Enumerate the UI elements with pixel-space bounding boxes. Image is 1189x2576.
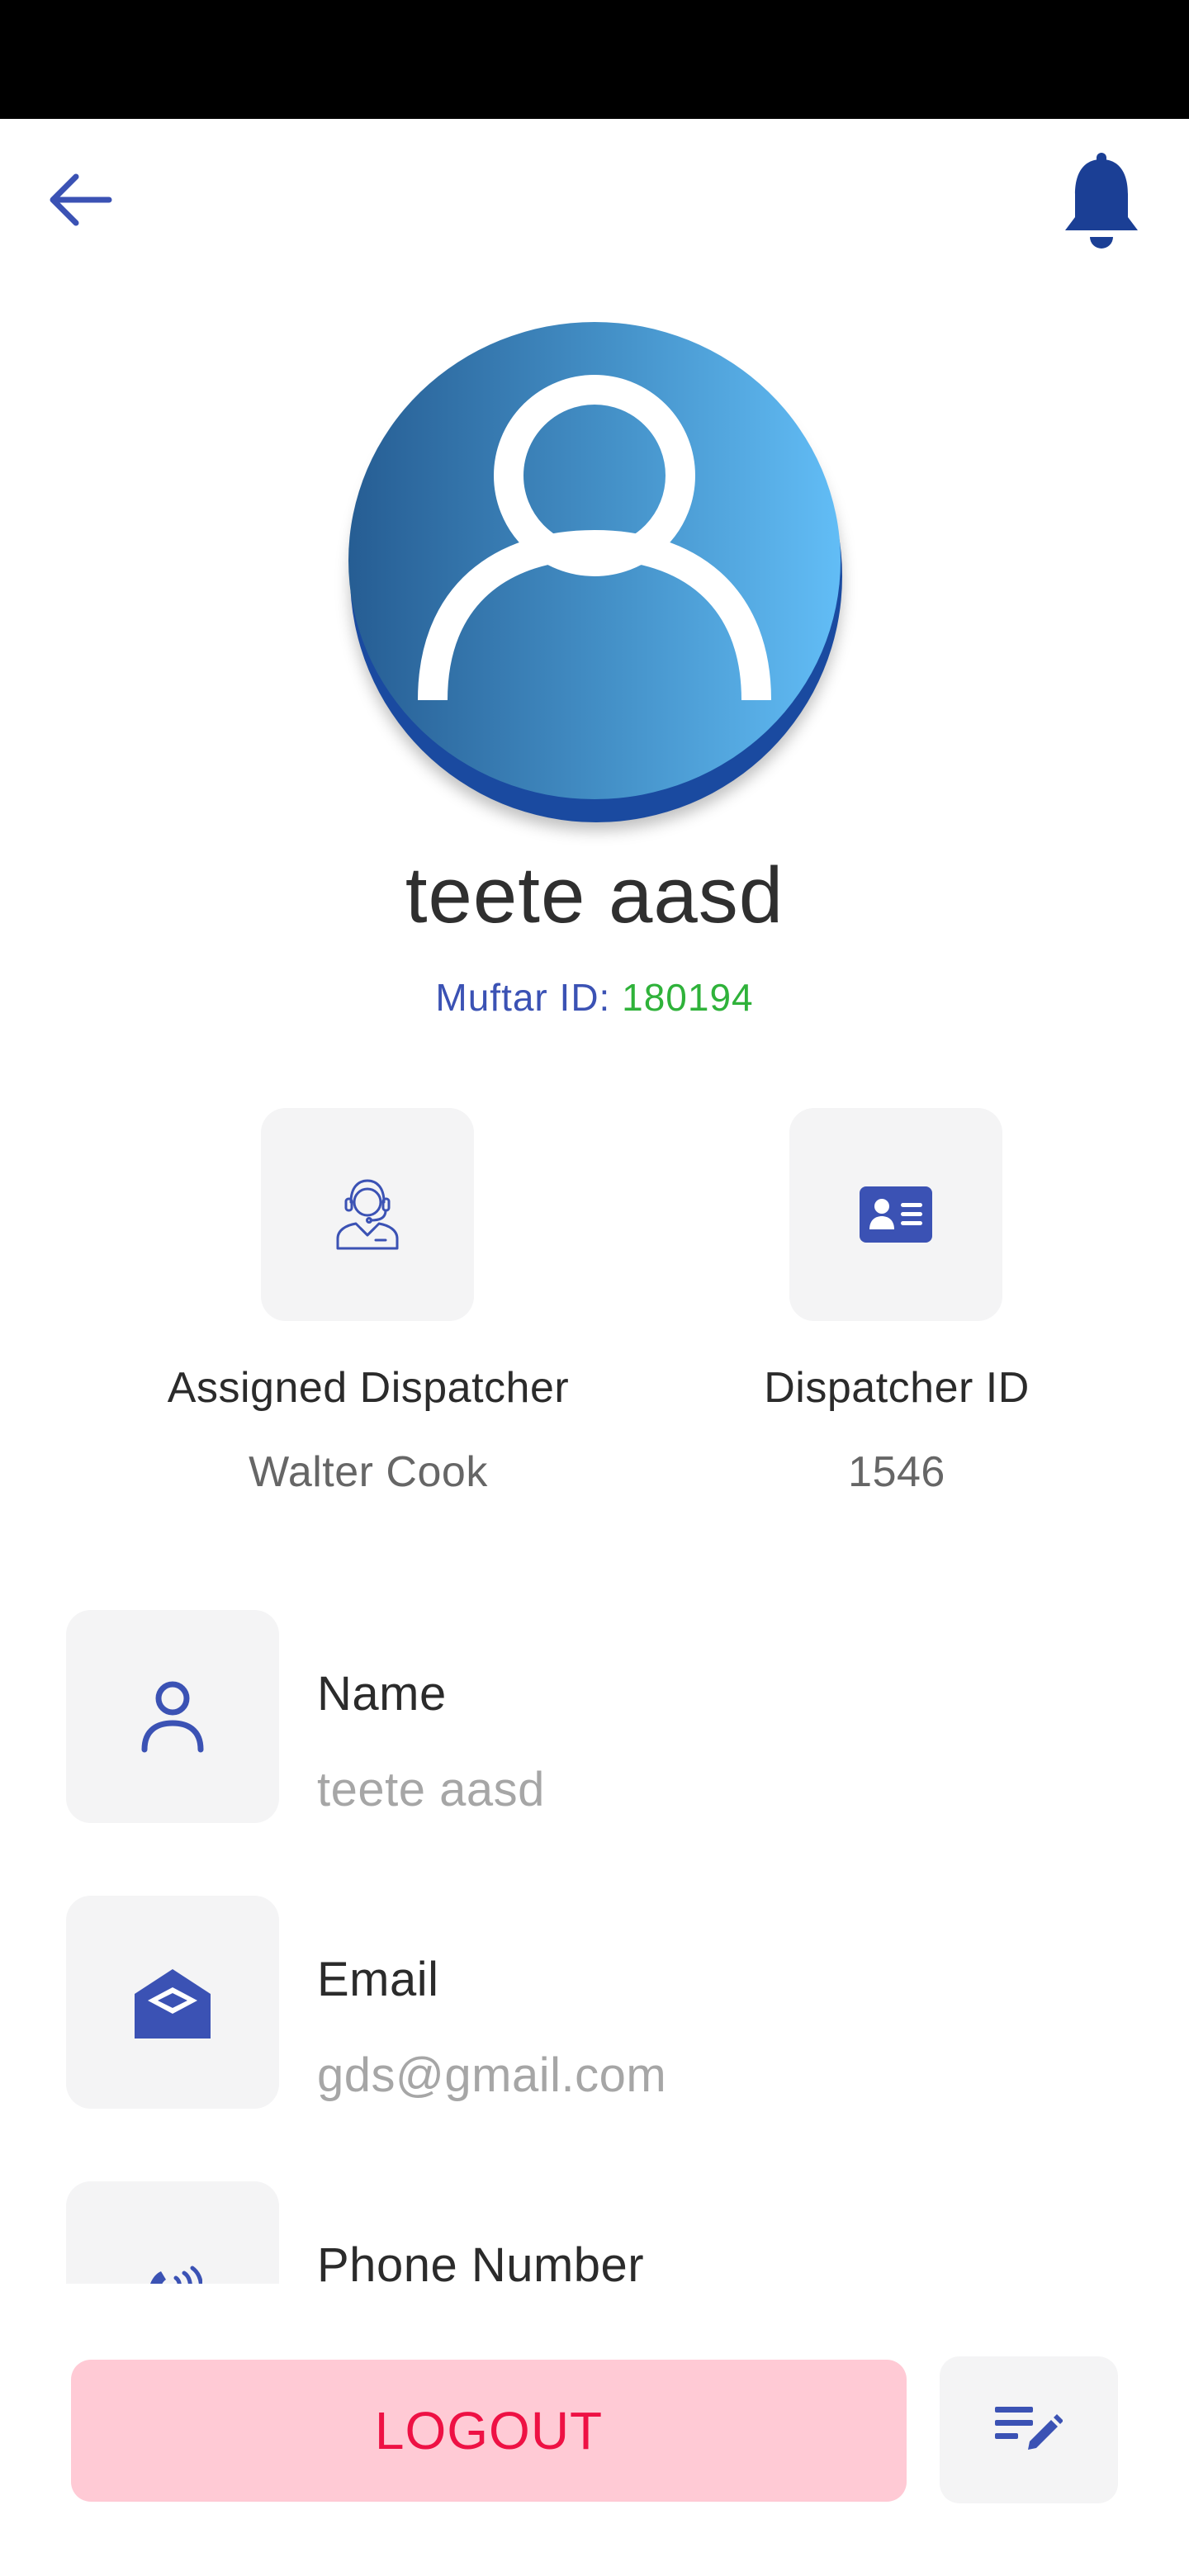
field-value: gds@gmail.com bbox=[317, 2048, 667, 2102]
person-icon bbox=[141, 1681, 204, 1753]
field-label: Phone Number bbox=[317, 2238, 645, 2284]
dispatcher-title: Assigned Dispatcher bbox=[167, 1364, 570, 1412]
profile-info-list[interactable]: Name teete aasd Email gds@gmail.com Phon… bbox=[0, 1585, 1189, 2284]
back-arrow-icon bbox=[50, 173, 112, 226]
list-item-phone: Phone Number bbox=[0, 2157, 1189, 2284]
muftar-id: Muftar ID: 180194 bbox=[0, 971, 1189, 1024]
dispatcher-id-value: 1546 bbox=[848, 1448, 945, 1496]
dispatcher-tile bbox=[261, 1108, 474, 1321]
edit-profile-button[interactable] bbox=[940, 2356, 1118, 2503]
field-label: Name bbox=[317, 1667, 447, 1721]
phone-icon bbox=[150, 2266, 202, 2284]
field-value: teete aasd bbox=[317, 1763, 545, 1816]
list-item-name: Name teete aasd bbox=[0, 1585, 1189, 1833]
logout-button[interactable]: LOGOUT bbox=[71, 2360, 907, 2502]
user-avatar-icon bbox=[418, 375, 771, 701]
email-tile bbox=[66, 1896, 279, 2109]
name-tile bbox=[66, 1610, 279, 1823]
muftar-id-label: Muftar ID: bbox=[435, 976, 611, 1019]
bell-icon bbox=[1065, 153, 1138, 249]
back-button[interactable] bbox=[43, 162, 119, 238]
status-bar bbox=[0, 0, 1189, 119]
edit-list-icon bbox=[995, 2407, 1063, 2450]
dispatcher-headset-icon bbox=[336, 1179, 399, 1250]
dispatcher-id-tile bbox=[789, 1108, 1002, 1321]
avatar-face bbox=[348, 322, 841, 799]
muftar-id-value: 180194 bbox=[622, 976, 754, 1019]
id-card-icon bbox=[860, 1186, 932, 1243]
notification-button[interactable] bbox=[1057, 149, 1146, 254]
field-label: Email bbox=[317, 1953, 439, 2006]
dispatcher-value: Walter Cook bbox=[249, 1448, 488, 1496]
profile-avatar[interactable] bbox=[347, 320, 846, 822]
dispatcher-id-title: Dispatcher ID bbox=[764, 1364, 1030, 1412]
envelope-icon bbox=[135, 1969, 211, 2039]
list-item-email: Email gds@gmail.com bbox=[0, 1871, 1189, 2119]
profile-name: teete aasd bbox=[405, 851, 784, 940]
phone-tile bbox=[66, 2181, 279, 2284]
